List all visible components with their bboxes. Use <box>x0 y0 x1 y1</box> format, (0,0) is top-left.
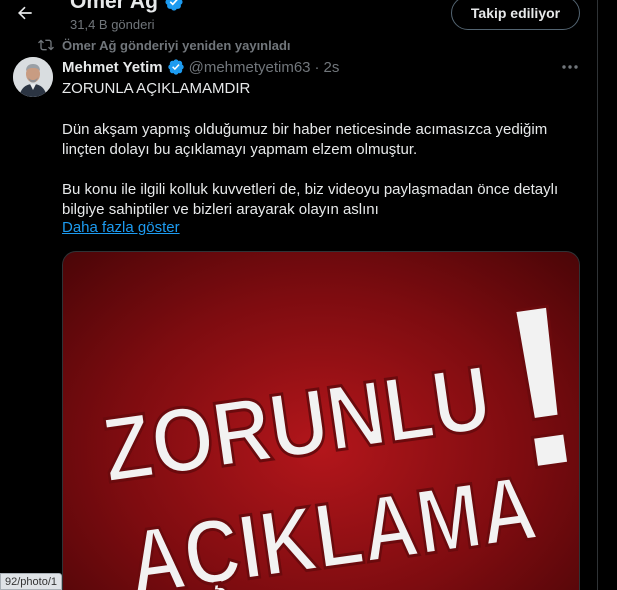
tweet-text-line: Dün akşam yapmış olduğumuz bir haber net… <box>62 121 548 138</box>
repost-text: Ömer Ağ gönderiyi yeniden yayınladı <box>62 37 291 53</box>
back-button[interactable] <box>8 0 42 26</box>
author-avatar[interactable] <box>13 57 53 97</box>
show-more-link[interactable]: Daha fazla göster <box>62 219 180 236</box>
verified-badge-icon <box>165 0 183 11</box>
repost-icon <box>38 39 54 51</box>
following-button[interactable]: Takip ediliyor <box>451 0 580 30</box>
tweet-text-line: linçten dolayı bu açıklamayı yapmam elze… <box>62 141 418 158</box>
avatar-photo <box>13 57 53 97</box>
tweet-time[interactable]: 2s <box>324 59 340 76</box>
more-dots-icon <box>562 65 578 69</box>
author-handle[interactable]: @mehmetyetim63 <box>189 59 311 76</box>
tweet-text-line: ZORUNLA AÇIKLAMAMDIR <box>62 80 251 97</box>
media-graphic: ZORUNLU AÇIKLAMA ! <box>95 252 579 590</box>
post-count: 31,4 B gönderi <box>70 17 155 32</box>
tweet-header: Mehmet Yetim @mehmetyetim63 · 2s <box>62 58 339 76</box>
column-border <box>597 0 598 590</box>
profile-header: Ömer Ağ 31,4 B gönderi Takip ediliyor <box>0 0 597 38</box>
verified-badge-icon <box>167 59 184 75</box>
more-options-button[interactable] <box>559 58 581 76</box>
separator-dot: · <box>314 58 320 76</box>
tweet-text-line: Bu konu ile ilgili kolluk kuvvetleri de,… <box>62 181 559 198</box>
repost-indicator: Ömer Ağ gönderiyi yeniden yayınladı <box>38 37 291 53</box>
tweet-text-line: bilgiye sahiptiler ve bizleri arayarak o… <box>62 201 379 218</box>
status-url-tooltip: 92/photo/1 <box>0 573 62 590</box>
profile-name-text: Ömer Ağ <box>70 0 158 13</box>
author-name[interactable]: Mehmet Yetim <box>62 59 163 76</box>
arrow-left-icon <box>18 6 32 20</box>
profile-name: Ömer Ağ <box>70 0 184 14</box>
tweet-media-image[interactable]: ZORUNLU AÇIKLAMA ! <box>62 251 580 590</box>
